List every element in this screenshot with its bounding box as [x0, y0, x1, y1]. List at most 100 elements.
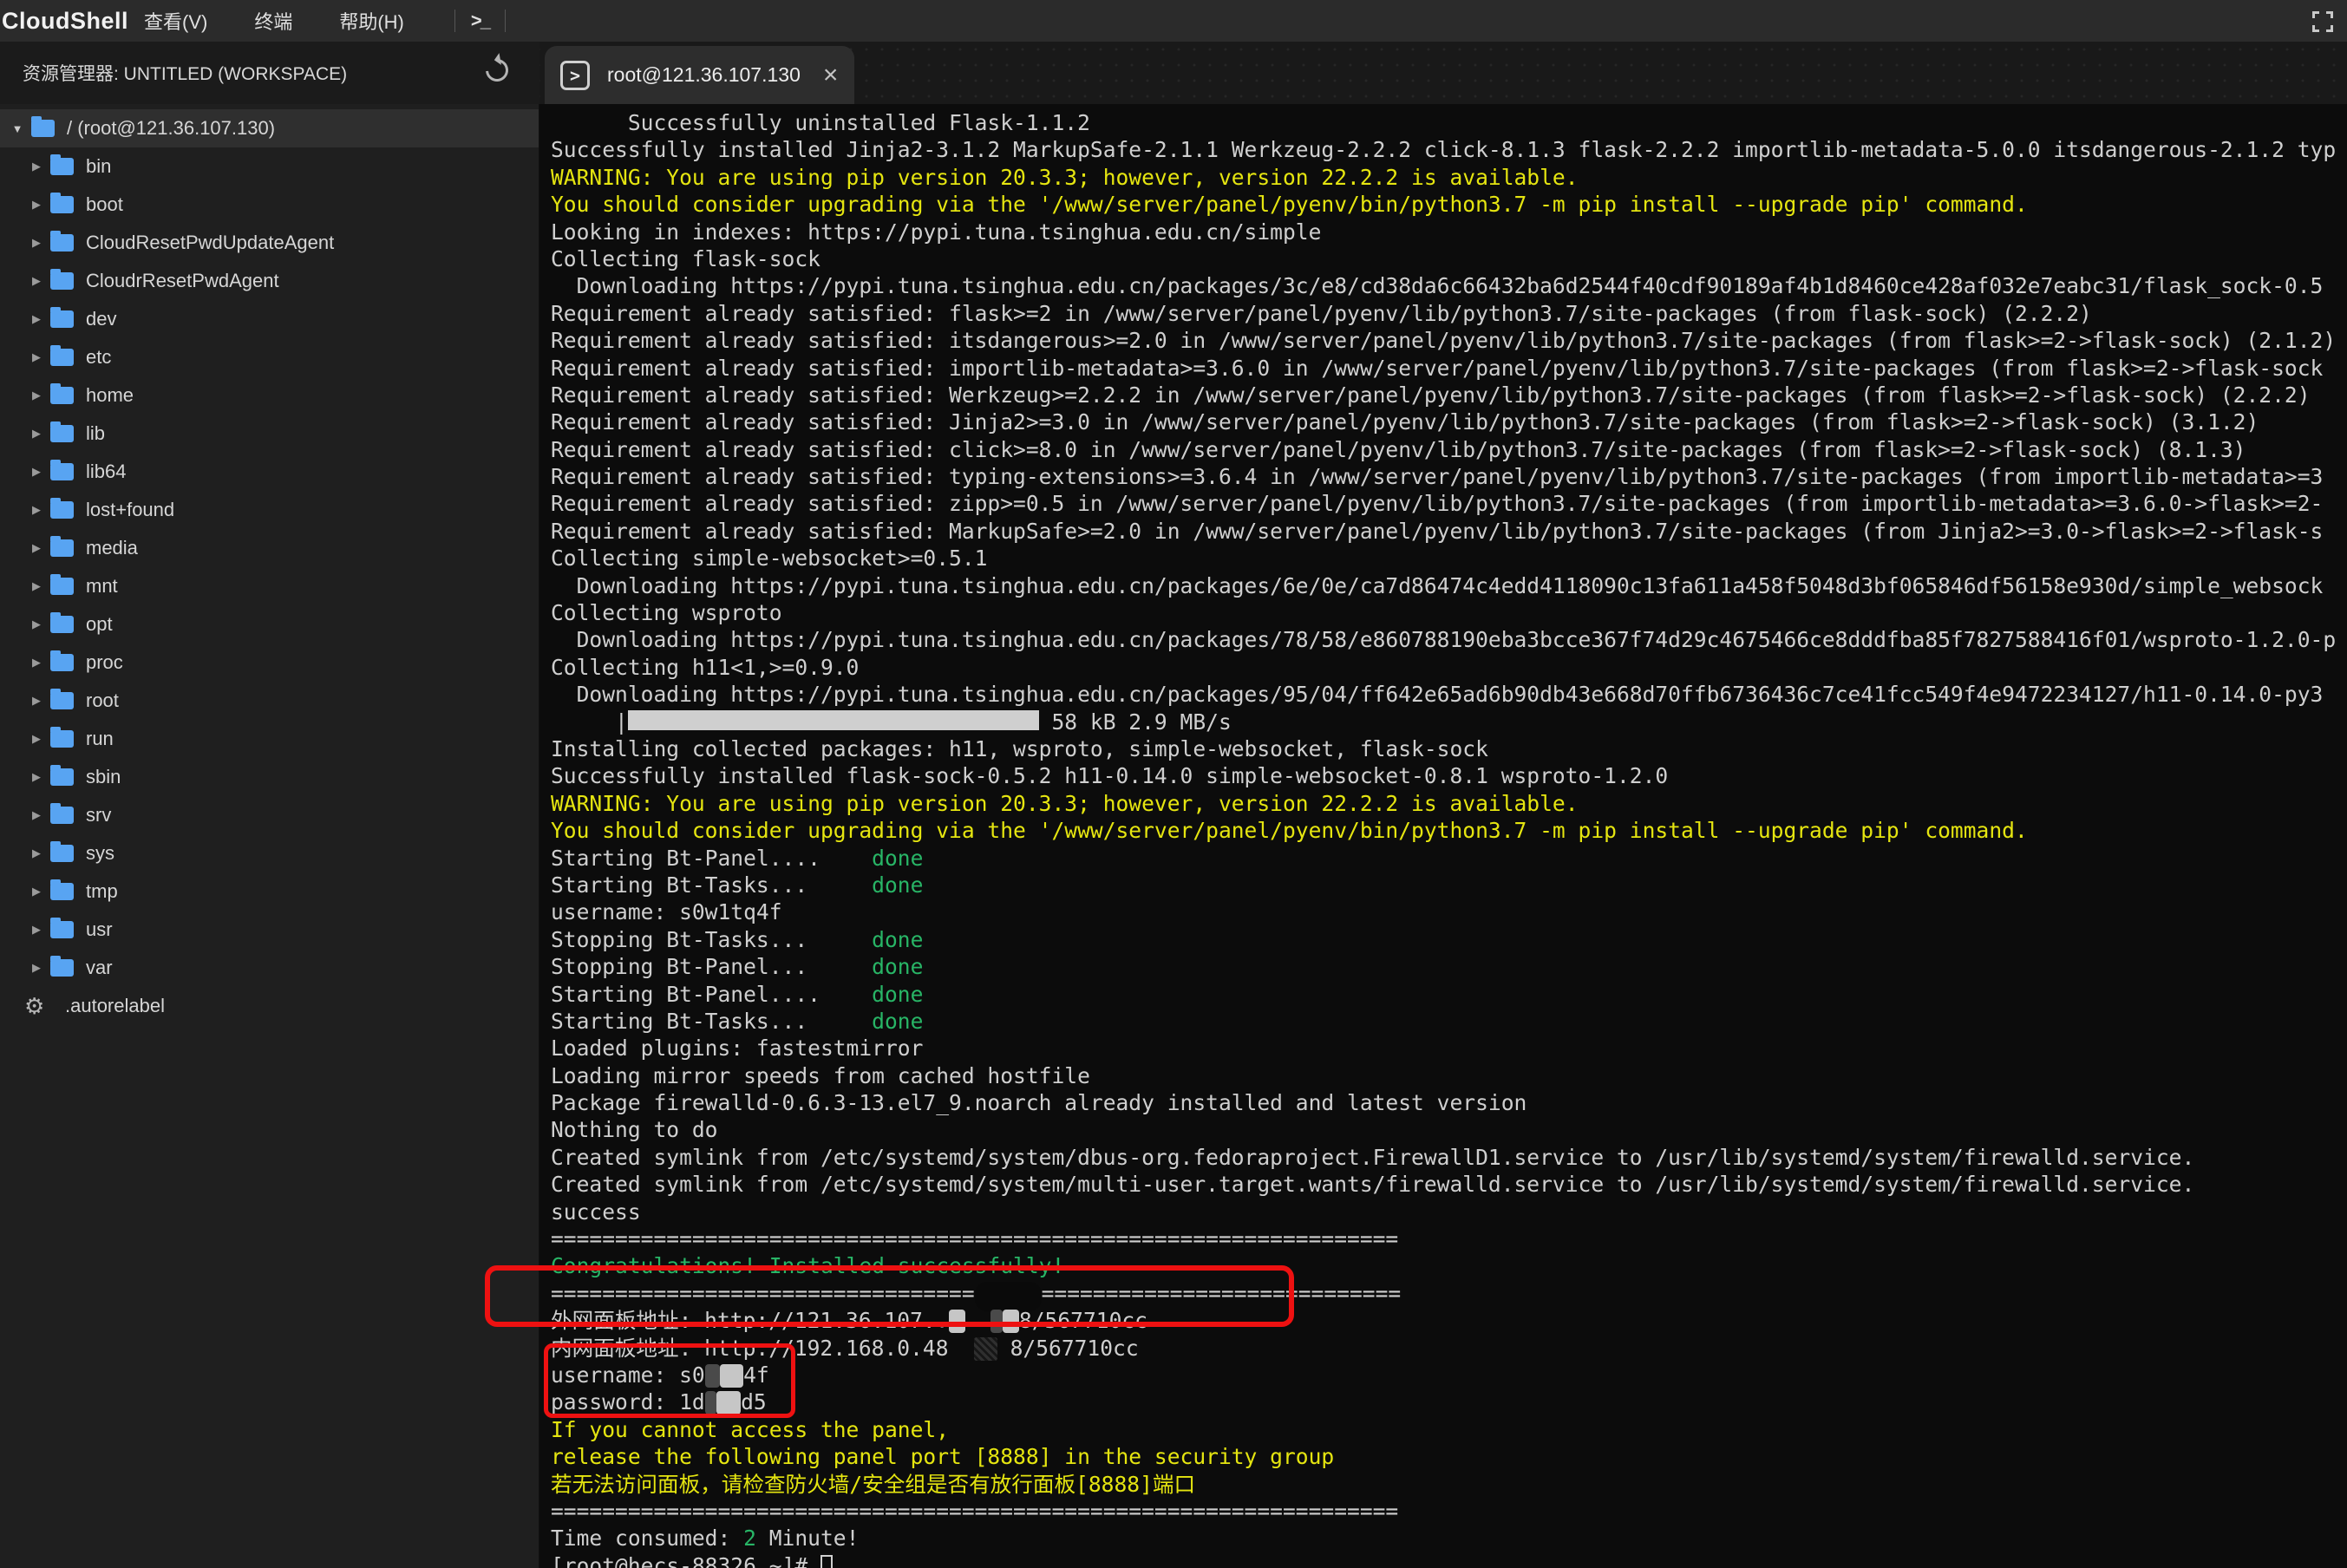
terminal-text: done [872, 846, 923, 871]
folder-icon [50, 272, 74, 290]
terminal-line: Requirement already satisfied: typing-ex… [551, 463, 2347, 490]
terminal-text: Successfully installed flask-sock-0.5.2 … [551, 763, 1668, 788]
chevron-right-icon[interactable]: ▶ [28, 579, 45, 593]
chevron-right-icon[interactable]: ▶ [28, 160, 45, 173]
menu-separator [505, 10, 506, 32]
menu-help[interactable]: 帮助(H) [327, 7, 416, 35]
sidebar-item-etc[interactable]: ▶etc [0, 338, 539, 376]
chevron-right-icon[interactable]: ▶ [28, 694, 45, 708]
terminal-text: | [551, 709, 628, 735]
chevron-right-icon[interactable]: ▶ [28, 732, 45, 746]
folder-icon [50, 501, 74, 519]
tree-root-item[interactable]: ▼ / (root@121.36.107.130) [0, 109, 539, 147]
chevron-right-icon[interactable]: ▶ [28, 389, 45, 402]
terminal-text: Requirement already satisfied: zipp>=0.5… [551, 491, 2323, 516]
terminal-text: username: s0w1tq4f [551, 899, 782, 924]
sidebar-item-mnt[interactable]: ▶mnt [0, 567, 539, 605]
terminal-line: password: 1dd5 [551, 1388, 2347, 1415]
chevron-right-icon[interactable]: ▶ [28, 656, 45, 670]
sidebar-item-lib64[interactable]: ▶ lib64 [0, 453, 539, 491]
sidebar-item-lost+found[interactable]: ▶lost+found [0, 491, 539, 529]
sidebar-item-var[interactable]: ▶var [0, 949, 539, 987]
chevron-right-icon[interactable]: ▶ [28, 846, 45, 860]
terminal-line: Requirement already satisfied: MarkupSaf… [551, 518, 2347, 545]
close-icon[interactable]: × [823, 62, 839, 88]
terminal-text: Time consumed: [551, 1526, 743, 1551]
chevron-right-icon[interactable]: ▶ [28, 770, 45, 784]
sidebar-item-srv[interactable]: ▶srv [0, 796, 539, 834]
tree-item-label: lib64 [86, 461, 126, 483]
terminal-text: Stopping Bt-Tasks... [551, 927, 872, 952]
sidebar-item-tmp[interactable]: ▶tmp [0, 872, 539, 911]
tree-item-label: boot [86, 193, 123, 216]
folder-icon [50, 845, 74, 862]
chevron-down-icon[interactable]: ▼ [9, 122, 26, 135]
chevron-right-icon[interactable]: ▶ [28, 617, 45, 631]
terminal-line: Requirement already satisfied: click>=8.… [551, 436, 2347, 463]
terminal-text: Loading mirror speeds from cached hostfi… [551, 1063, 1090, 1088]
chevron-right-icon[interactable]: ▶ [28, 541, 45, 555]
shell-prompt-icon[interactable]: >_ [471, 10, 489, 32]
terminal-text: You should consider upgrading via the '/… [551, 192, 2028, 217]
sidebar-item-media[interactable]: ▶media [0, 529, 539, 567]
sidebar-item-CloudrResetPwdAgent[interactable]: ▶CloudrResetPwdAgent [0, 262, 539, 300]
refresh-icon[interactable] [481, 55, 513, 87]
terminal-cursor [820, 1555, 833, 1568]
terminal-line: ========================================… [551, 1225, 2347, 1252]
terminal-line: Downloading https://pypi.tuna.tsinghua.e… [551, 626, 2347, 653]
sidebar-item-dev[interactable]: ▶dev [0, 300, 539, 338]
file-explorer-sidebar: ▼ / (root@121.36.107.130) ▶ bin ▶ boot ▶Clou… [0, 104, 539, 1568]
sidebar-item-autorelabel[interactable]: ⚙.autorelabel [0, 987, 539, 1025]
terminal-text: Downloading https://pypi.tuna.tsinghua.e… [551, 627, 2336, 652]
terminal-text: Requirement already satisfied: MarkupSaf… [551, 519, 2323, 544]
chevron-right-icon[interactable]: ▶ [28, 808, 45, 822]
chevron-right-icon[interactable]: ▶ [28, 236, 45, 250]
sidebar-item-home[interactable]: ▶home [0, 376, 539, 415]
terminal-line: Collecting wsproto [551, 599, 2347, 626]
terminal-text: Collecting h11<1,>=0.9.0 [551, 655, 859, 680]
terminal-line: Successfully installed Jinja2-3.1.2 Mark… [551, 136, 2347, 163]
sidebar-item-bin[interactable]: ▶ bin [0, 147, 539, 186]
folder-icon [50, 196, 74, 213]
chevron-right-icon[interactable]: ▶ [28, 427, 45, 441]
sidebar-item-sys[interactable]: ▶sys [0, 834, 539, 872]
menu-view[interactable]: 查看(V) [132, 7, 219, 35]
chevron-right-icon[interactable]: ▶ [28, 465, 45, 479]
menu-terminal[interactable]: 终端 [242, 7, 304, 35]
sidebar-item-run[interactable]: ▶run [0, 720, 539, 758]
terminal-tab[interactable]: > root@121.36.107.130 × [545, 46, 854, 104]
chevron-right-icon[interactable]: ▶ [28, 885, 45, 898]
terminal-line: ========================================… [551, 1498, 2347, 1525]
chevron-right-icon[interactable]: ▶ [28, 350, 45, 364]
chevron-right-icon[interactable]: ▶ [28, 961, 45, 975]
app-title: CloudShell [2, 8, 132, 35]
fullscreen-icon[interactable] [2312, 11, 2333, 32]
sidebar-item-root[interactable]: ▶root [0, 682, 539, 720]
terminal-text: Successfully installed Jinja2-3.1.2 Mark… [551, 137, 2336, 162]
terminal-text: Minute! [756, 1526, 859, 1551]
chevron-right-icon[interactable]: ▶ [28, 274, 45, 288]
terminal-text: Stopping Bt-Panel... [551, 954, 872, 979]
red-highlight-annotation [544, 1343, 795, 1418]
terminal-text: Requirement already satisfied: Jinja2>=3… [551, 409, 2259, 434]
terminal-text: Requirement already satisfied: flask>=2 … [551, 301, 2092, 326]
terminal-text: ========================================… [551, 1226, 1398, 1251]
chevron-right-icon[interactable]: ▶ [28, 503, 45, 517]
sidebar-item-CloudResetPwdUpdateAgent[interactable]: ▶CloudResetPwdUpdateAgent [0, 224, 539, 262]
terminal-line: Collecting simple-websocket>=0.5.1 [551, 545, 2347, 572]
terminal-output[interactable]: Successfully uninstalled Flask-1.1.2Succ… [539, 104, 2347, 1568]
sidebar-item-proc[interactable]: ▶proc [0, 644, 539, 682]
chevron-right-icon[interactable]: ▶ [28, 198, 45, 212]
terminal-text: done [872, 954, 923, 979]
terminal-text: Requirement already satisfied: click>=8.… [551, 437, 2246, 462]
file-tree: ▶ bin ▶ boot ▶CloudResetPwdUpdateAgent▶Cloud… [0, 147, 539, 1025]
sidebar-item-sbin[interactable]: ▶sbin [0, 758, 539, 796]
chevron-right-icon[interactable]: ▶ [28, 312, 45, 326]
sidebar-item-boot[interactable]: ▶ boot [0, 186, 539, 224]
terminal-line: 内网面板地址: http://192.168.0.48 8/567710cc [551, 1335, 2347, 1362]
chevron-right-icon[interactable]: ▶ [28, 923, 45, 937]
tree-item-label: bin [86, 155, 111, 178]
sidebar-item-opt[interactable]: ▶opt [0, 605, 539, 644]
sidebar-item-usr[interactable]: ▶usr [0, 911, 539, 949]
sidebar-item-lib[interactable]: ▶lib [0, 415, 539, 453]
